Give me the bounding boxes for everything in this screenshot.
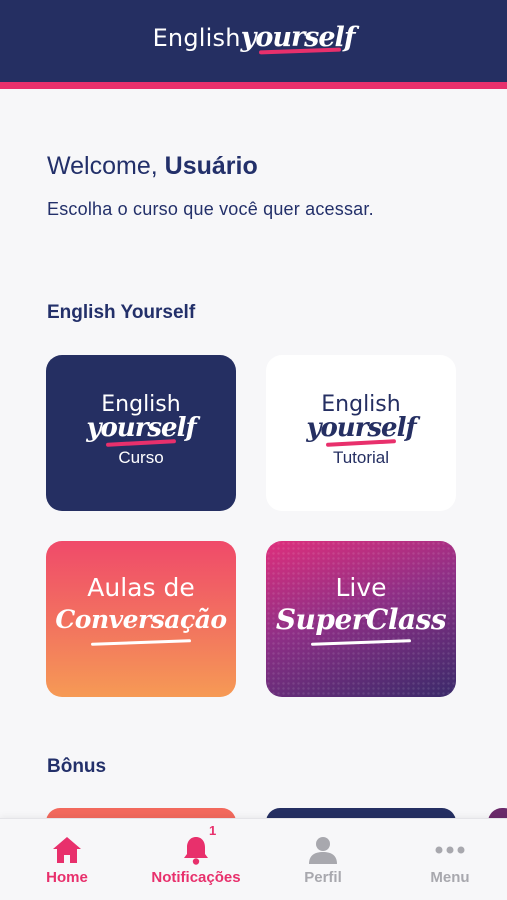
tutorial-label: Tutorial xyxy=(332,448,390,467)
user-icon xyxy=(309,837,337,864)
notification-badge: 1 xyxy=(209,823,217,838)
nav-notifications-label: Notificações xyxy=(151,869,241,886)
bottom-navigation: Home 1 Notificações Perfil Menu xyxy=(0,818,507,900)
course-card-aulas-de-conversacao[interactable]: Aulas de Conversação xyxy=(46,541,236,697)
aulas-underline xyxy=(90,639,192,646)
app-logo: Englishyourself xyxy=(0,22,507,62)
more-icon xyxy=(435,846,465,854)
nav-notifications[interactable]: 1 Notificações xyxy=(133,819,259,900)
nav-home[interactable]: Home xyxy=(4,819,130,900)
tutorial-logo: English yourself Tutorial xyxy=(266,393,456,468)
user-name: Usuário xyxy=(164,152,258,180)
nav-home-label: Home xyxy=(46,869,88,886)
welcome-heading: Welcome, Usuário xyxy=(47,152,258,180)
nav-profile[interactable]: Perfil xyxy=(260,819,386,900)
live-title: Live SuperClass xyxy=(266,573,456,646)
logo-english-text: English xyxy=(152,24,241,52)
bell-icon xyxy=(184,837,208,865)
home-icon xyxy=(53,837,81,863)
section-title-bonus: Bônus xyxy=(47,756,107,777)
course-card-tutorial[interactable]: English yourself Tutorial xyxy=(266,355,456,511)
logo-yourself-text: yourself xyxy=(240,22,355,55)
nav-menu[interactable]: Menu xyxy=(387,819,507,900)
section-title-english-yourself: English Yourself xyxy=(47,302,196,323)
welcome-subtitle: Escolha o curso que você quer acessar. xyxy=(47,199,374,219)
nav-menu-label: Menu xyxy=(430,869,470,886)
curso-logo: English yourself Curso xyxy=(46,393,236,468)
course-card-curso[interactable]: English yourself Curso xyxy=(46,355,236,511)
app-header: Englishyourself xyxy=(0,0,507,82)
curso-label: Curso xyxy=(118,448,164,467)
nav-profile-label: Perfil xyxy=(304,869,342,886)
aulas-title: Aulas de Conversação xyxy=(46,573,236,646)
course-card-live-superclass[interactable]: Live SuperClass xyxy=(266,541,456,697)
header-accent-stripe xyxy=(0,82,507,89)
